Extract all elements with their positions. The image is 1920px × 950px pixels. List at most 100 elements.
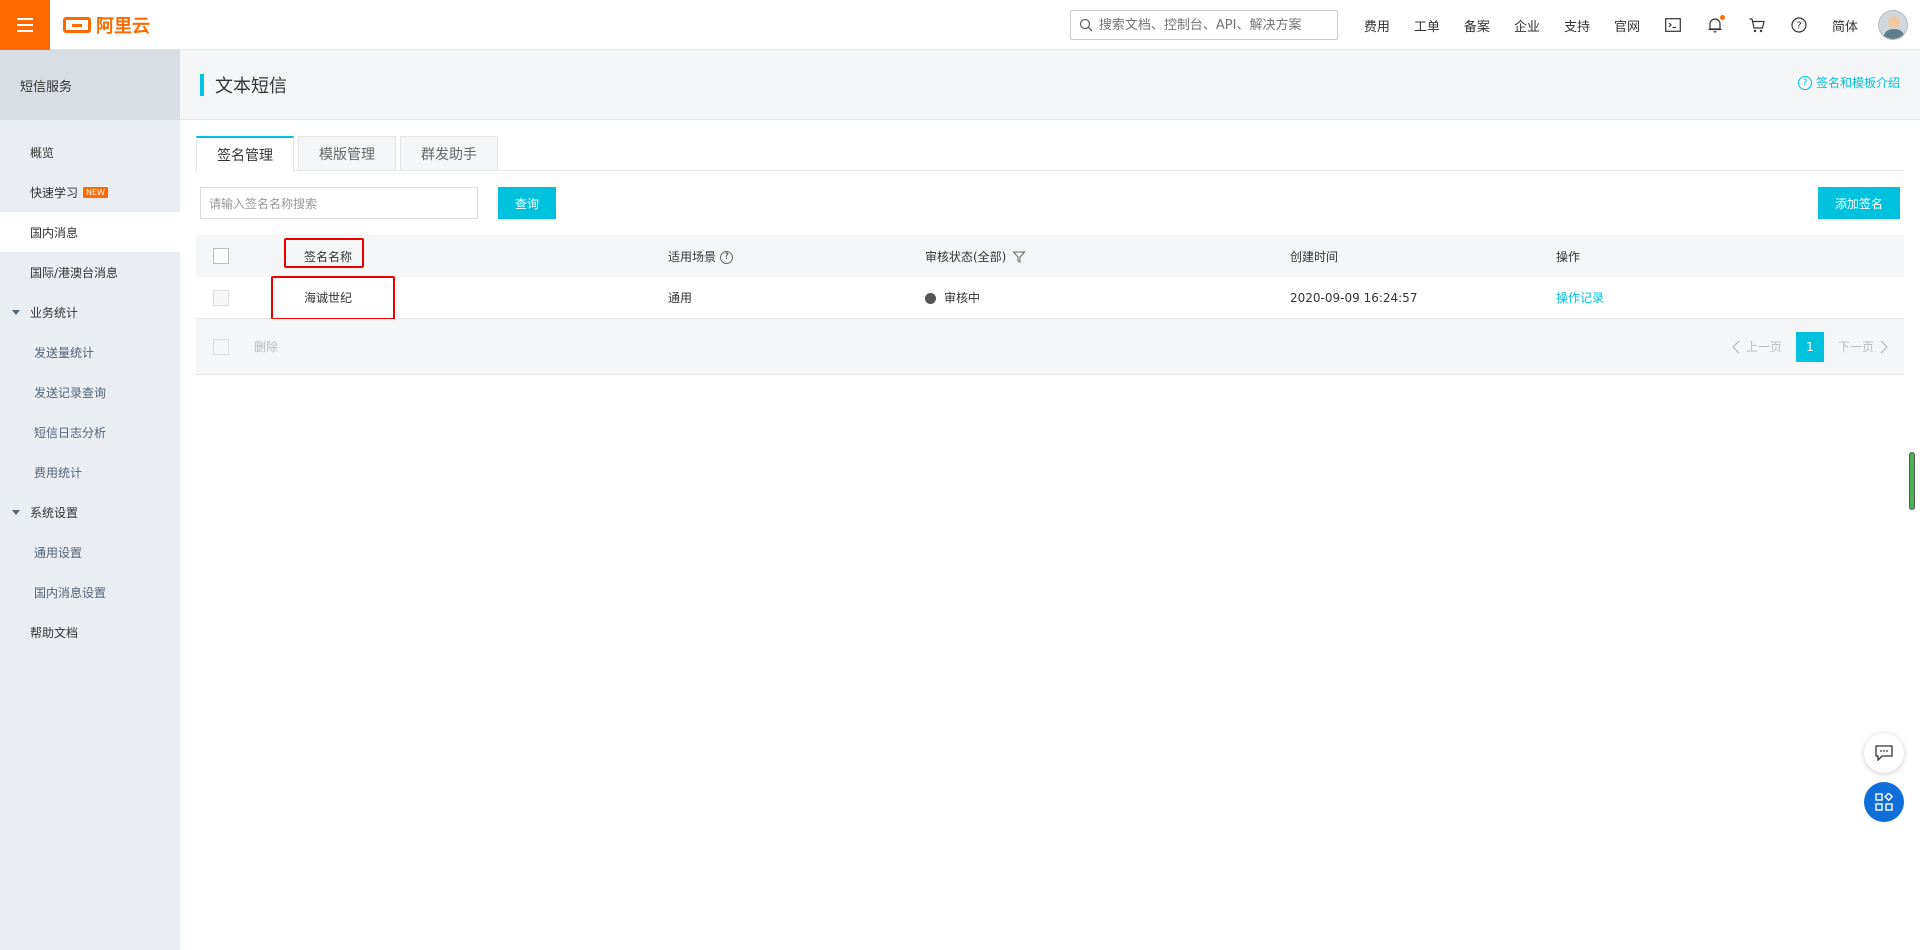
header-status[interactable]: 审核状态(全部): [925, 248, 1026, 265]
header-scene: 适用场景?: [668, 248, 734, 265]
sidebar-item-label: 短信日志分析: [34, 425, 107, 440]
sidebar-item-label: 帮助文档: [30, 625, 79, 640]
aliyun-logo[interactable]: 阿里云: [63, 12, 150, 38]
pagination: 上一页 1 下一页: [1732, 331, 1888, 362]
operation-record-link[interactable]: 操作记录: [1556, 289, 1604, 306]
page-title: 文本短信: [215, 75, 287, 97]
logo-text: 阿里云: [96, 15, 150, 37]
new-badge: NEW: [83, 186, 108, 198]
sidebar-item-label: 发送量统计: [34, 345, 95, 360]
caret-down-icon: [12, 309, 20, 315]
cell-status-label: 审核中: [944, 291, 981, 305]
sidebar-item-label: 费用统计: [34, 465, 83, 480]
help-icon[interactable]: ?: [1789, 15, 1809, 35]
sidebar-title: 短信服务: [0, 50, 180, 120]
top-link-support[interactable]: 支持: [1564, 16, 1590, 35]
top-link-ticket[interactable]: 工单: [1414, 16, 1440, 35]
table-row: 海诚世纪 通用 审核中 2020-09-09 16:24:57 操作记录: [196, 276, 1904, 320]
tab-template-management[interactable]: 模版管理: [298, 136, 396, 170]
svg-text:?: ?: [1796, 21, 1801, 32]
add-signature-button[interactable]: 添加签名: [1818, 187, 1900, 219]
cell-status: 审核中: [925, 289, 980, 306]
next-page-label: 下一页: [1837, 340, 1874, 354]
sidebar: 短信服务 概览 快速学习 NEW 国内消息 国际/港澳台消息 业务统计 发送量统计…: [0, 50, 180, 950]
sidebar-item-quickstart[interactable]: 快速学习 NEW: [0, 172, 180, 212]
sidebar-item-domestic-settings[interactable]: 国内消息设置: [0, 572, 180, 612]
top-navigation-bar: 阿里云 费用 工单 备案 企业 支持 官网 ? 简体: [0, 0, 1920, 50]
tab-bulk-send-assistant[interactable]: 群发助手: [400, 136, 498, 170]
prev-page-label: 上一页: [1745, 340, 1782, 354]
menu-icon[interactable]: [0, 0, 50, 50]
sidebar-item-international[interactable]: 国际/港澳台消息: [0, 252, 180, 292]
top-link-icp[interactable]: 备案: [1464, 16, 1490, 35]
scrollbar-thumb[interactable]: [1909, 452, 1915, 510]
chat-icon: [1875, 745, 1893, 761]
terminal-icon[interactable]: [1663, 15, 1683, 35]
table-footer: 删除 上一页 1 下一页: [196, 319, 1904, 375]
sidebar-item-label: 概览: [30, 145, 55, 160]
global-search[interactable]: [1069, 10, 1338, 40]
sidebar-item-general-settings[interactable]: 通用设置: [0, 532, 180, 572]
sidebar-item-log-analysis[interactable]: 短信日志分析: [0, 412, 180, 452]
sidebar-item-send-stats[interactable]: 发送量统计: [0, 332, 180, 372]
question-circle-icon[interactable]: ?: [720, 250, 734, 264]
highlight-box: [284, 238, 364, 268]
sidebar-item-label: 国际/港澳台消息: [30, 265, 119, 280]
top-link-official-site[interactable]: 官网: [1614, 16, 1640, 35]
sidebar-item-help-docs[interactable]: 帮助文档: [0, 612, 180, 652]
sidebar-item-label: 国内消息设置: [34, 585, 107, 600]
sidebar-item-domestic[interactable]: 国内消息: [0, 212, 180, 252]
header-actions: 操作: [1556, 249, 1581, 264]
notification-dot: [1719, 15, 1725, 20]
sidebar-item-overview[interactable]: 概览: [0, 132, 180, 172]
query-button[interactable]: 查询: [498, 187, 556, 219]
top-link-enterprise[interactable]: 企业: [1514, 16, 1540, 35]
sidebar-item-label: 国内消息: [30, 225, 79, 240]
delete-button[interactable]: 删除: [254, 338, 278, 355]
header-created-time: 创建时间: [1290, 249, 1339, 264]
sidebar-group-label: 业务统计: [30, 305, 79, 320]
signature-template-intro-link[interactable]: ? 签名和模板介绍: [1797, 74, 1900, 91]
aliyun-logo-icon: [63, 16, 91, 33]
apps-launcher-button[interactable]: [1864, 782, 1904, 822]
header-status-label: 审核状态(全部): [925, 249, 1007, 264]
table-header: 签名名称 适用场景? 审核状态(全部) 创建时间 操作: [196, 235, 1904, 277]
prev-page-button[interactable]: 上一页: [1732, 338, 1782, 355]
sidebar-group-label: 系统设置: [30, 505, 79, 520]
cell-created-time: 2020-09-09 16:24:57: [1290, 290, 1418, 305]
chevron-left-icon: [1732, 340, 1740, 353]
select-all-checkbox[interactable]: [213, 248, 229, 264]
footer-select-checkbox[interactable]: [213, 338, 229, 355]
title-accent-bar: [200, 73, 204, 96]
chat-feedback-button[interactable]: [1864, 733, 1904, 773]
cart-icon[interactable]: [1747, 15, 1767, 35]
status-dot-icon: [925, 293, 936, 304]
header-scene-label: 适用场景: [668, 249, 717, 264]
filter-icon[interactable]: [1012, 251, 1026, 263]
sidebar-item-label: 快速学习: [30, 185, 79, 200]
top-link-billing[interactable]: 费用: [1364, 16, 1390, 35]
tab-signature-management[interactable]: 签名管理: [196, 136, 294, 171]
caret-down-icon: [12, 509, 20, 515]
page-number-1[interactable]: 1: [1795, 331, 1824, 362]
notification-bell-icon[interactable]: [1705, 15, 1725, 35]
global-search-input[interactable]: [1098, 17, 1329, 33]
signature-search-input[interactable]: 请输入签名名称搜索: [200, 187, 478, 219]
search-icon: [1079, 18, 1093, 32]
sidebar-item-label: 通用设置: [34, 545, 83, 560]
tab-bar: 签名管理 模版管理 群发助手: [196, 136, 1904, 171]
next-page-button[interactable]: 下一页: [1838, 338, 1888, 355]
page-header: 文本短信 ? 签名和模板介绍: [180, 50, 1920, 120]
cell-scene: 通用: [668, 291, 693, 305]
signature-table: 签名名称 适用场景? 审核状态(全部) 创建时间 操作 海诚世纪 通用 审核中 …: [196, 235, 1904, 375]
sidebar-item-record-query[interactable]: 发送记录查询: [0, 372, 180, 412]
sidebar-item-cost-stats[interactable]: 费用统计: [0, 452, 180, 492]
highlight-box: [271, 276, 395, 320]
language-switch[interactable]: 简体: [1832, 16, 1858, 35]
chevron-right-icon: [1880, 340, 1888, 353]
row-checkbox[interactable]: [213, 289, 229, 306]
sidebar-group-settings[interactable]: 系统设置: [0, 492, 180, 532]
user-avatar[interactable]: [1878, 10, 1908, 40]
sidebar-group-stats[interactable]: 业务统计: [0, 292, 180, 332]
intro-link-label: 签名和模板介绍: [1815, 76, 1900, 90]
